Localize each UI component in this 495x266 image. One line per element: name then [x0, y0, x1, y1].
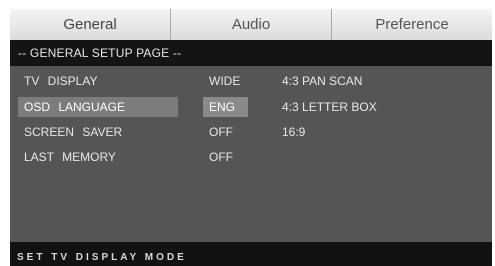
- tab-preference[interactable]: Preference: [332, 9, 492, 40]
- setting-row-last-memory: LAST MEMORY OFF: [10, 147, 492, 167]
- page-title: -- GENERAL SETUP PAGE --: [10, 40, 492, 66]
- option-16-9[interactable]: 16:9: [282, 122, 305, 142]
- dvd-setup-screen: General Audio Preference -- GENERAL SETU…: [0, 0, 495, 266]
- setting-row-screen-saver: SCREEN SAVER OFF 16:9: [10, 122, 492, 142]
- last-memory-label[interactable]: LAST MEMORY: [18, 147, 178, 167]
- screen-saver-value: OFF: [209, 125, 233, 139]
- osd-language-value[interactable]: ENG: [203, 97, 248, 117]
- status-bar: SET TV DISPLAY MODE: [10, 242, 492, 266]
- settings-panel: TV DISPLAY WIDE 4:3 PAN SCAN OSD LANGUAG…: [10, 66, 492, 242]
- setting-row-osd-language: OSD LANGUAGE ENG 4:3 LETTER BOX: [10, 97, 492, 117]
- tab-general[interactable]: General: [10, 9, 171, 40]
- setting-row-tv-display: TV DISPLAY WIDE 4:3 PAN SCAN: [10, 71, 492, 91]
- option-4-3-pan-scan[interactable]: 4:3 PAN SCAN: [282, 71, 362, 91]
- setup-tab-bar: General Audio Preference: [10, 9, 492, 41]
- tab-audio[interactable]: Audio: [171, 9, 332, 40]
- tv-display-label[interactable]: TV DISPLAY: [18, 71, 178, 91]
- tv-display-value: WIDE: [209, 74, 241, 88]
- last-memory-value: OFF: [209, 150, 233, 164]
- osd-language-label[interactable]: OSD LANGUAGE: [18, 97, 178, 117]
- option-4-3-letter-box[interactable]: 4:3 LETTER BOX: [282, 97, 377, 117]
- screen-saver-label[interactable]: SCREEN SAVER: [18, 122, 178, 142]
